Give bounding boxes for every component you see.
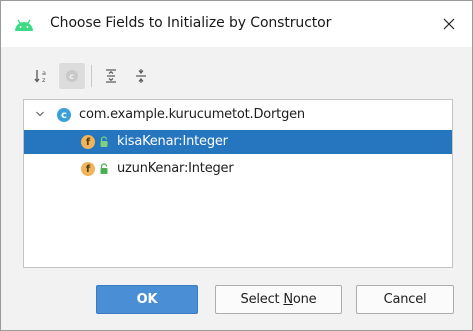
class-name-label: com.example.kurucumetot.Dortgen: [79, 107, 305, 122]
toolbar: a z c: [29, 63, 158, 89]
select-none-mnemonic: N: [283, 292, 293, 307]
tree-root-row[interactable]: c com.example.kurucumetot.Dortgen: [24, 103, 452, 127]
field-label: uzunKenar:Integer: [117, 161, 234, 176]
android-icon: [15, 19, 33, 31]
close-icon: [443, 18, 455, 30]
collapse-all-icon: [136, 69, 146, 83]
dialog-title: Choose Fields to Initialize by Construct…: [50, 15, 332, 31]
field-row-kisaKenar[interactable]: f kisaKenar:Integer: [24, 130, 452, 154]
sort-alphabetically-button[interactable]: a z: [29, 63, 55, 89]
field-tree[interactable]: c com.example.kurucumetot.Dortgen f kisa…: [23, 99, 453, 268]
dialog-window: Choose Fields to Initialize by Construct…: [0, 0, 473, 331]
collapse-all-button[interactable]: [128, 63, 154, 89]
close-button[interactable]: [426, 1, 472, 47]
class-filter-button[interactable]: c: [59, 63, 85, 89]
field-row-uzunKenar[interactable]: f uzunKenar:Integer: [24, 157, 452, 181]
expand-all-icon: [106, 69, 116, 83]
field-icon: f: [81, 135, 95, 149]
class-icon: c: [57, 108, 71, 122]
expand-all-button[interactable]: [98, 63, 124, 89]
lock-icon: [100, 136, 108, 147]
svg-text:z: z: [42, 76, 46, 84]
toolbar-separator: [91, 65, 92, 87]
field-icon: f: [81, 162, 95, 176]
select-none-button[interactable]: Select None: [215, 285, 342, 314]
cancel-button[interactable]: Cancel: [356, 285, 454, 314]
svg-text:c: c: [69, 72, 74, 81]
lock-icon: [100, 163, 108, 174]
sort-alphabetically-icon: a z: [34, 69, 46, 84]
field-label: kisaKenar:Integer: [117, 134, 228, 149]
select-none-label-suffix: one: [292, 292, 317, 307]
ok-button[interactable]: OK: [96, 285, 198, 314]
chevron-down-icon[interactable]: [35, 109, 45, 119]
class-filter-icon: c: [66, 70, 78, 82]
title-bar: Choose Fields to Initialize by Construct…: [1, 1, 472, 47]
select-none-label-prefix: Select: [240, 292, 284, 307]
